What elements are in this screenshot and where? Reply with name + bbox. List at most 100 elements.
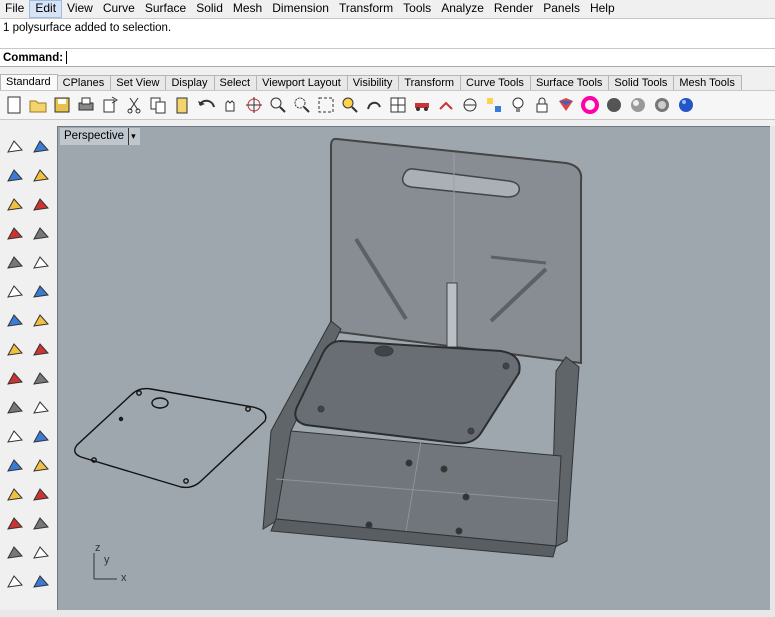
box-assembly[interactable] bbox=[262, 137, 583, 558]
cplane-icon[interactable] bbox=[460, 95, 480, 115]
cut-icon[interactable] bbox=[124, 95, 144, 115]
block-icon[interactable] bbox=[4, 513, 26, 535]
menu-help[interactable]: Help bbox=[585, 0, 620, 18]
tab-curve-tools[interactable]: Curve Tools bbox=[460, 75, 531, 90]
ellipse-icon[interactable] bbox=[30, 194, 52, 216]
surface-icon[interactable] bbox=[4, 281, 26, 303]
polygon-icon[interactable] bbox=[4, 223, 26, 245]
cylinder-icon[interactable] bbox=[4, 339, 26, 361]
perspective-viewport[interactable]: Perspective ▾ z y x bbox=[57, 126, 775, 617]
pan-icon[interactable] bbox=[220, 95, 240, 115]
scene-canvas bbox=[74, 137, 583, 580]
import-icon[interactable] bbox=[100, 95, 120, 115]
curve-icon[interactable] bbox=[30, 165, 52, 187]
material-icon[interactable] bbox=[556, 95, 576, 115]
box-icon[interactable] bbox=[4, 310, 26, 332]
point-icon[interactable] bbox=[30, 136, 52, 158]
menu-tools[interactable]: Tools bbox=[398, 0, 436, 18]
zoom-window-icon[interactable] bbox=[292, 95, 312, 115]
transform-icon[interactable] bbox=[4, 397, 26, 419]
open-icon[interactable] bbox=[28, 95, 48, 115]
tab-surface-tools[interactable]: Surface Tools bbox=[529, 75, 610, 90]
zoom-selected-icon[interactable] bbox=[340, 95, 360, 115]
menu-file[interactable]: File bbox=[0, 0, 29, 18]
redo-view-icon[interactable] bbox=[364, 95, 384, 115]
analyze-icon[interactable] bbox=[30, 368, 52, 390]
tab-standard[interactable]: Standard bbox=[0, 74, 58, 90]
lock-icon[interactable] bbox=[532, 95, 552, 115]
menu-mesh[interactable]: Mesh bbox=[228, 0, 267, 18]
grid-snap-icon[interactable] bbox=[484, 95, 504, 115]
menu-edit[interactable]: Edit bbox=[29, 0, 63, 18]
menu-bar: File Edit View Curve Surface Solid Mesh Dimensi… bbox=[0, 0, 775, 18]
menu-analyze[interactable]: Analyze bbox=[436, 0, 489, 18]
undo-icon[interactable] bbox=[196, 95, 216, 115]
tab-visibility[interactable]: Visibility bbox=[346, 75, 400, 90]
tab-mesh-tools[interactable]: Mesh Tools bbox=[673, 75, 742, 90]
tab-transform[interactable]: Transform bbox=[398, 75, 462, 90]
command-history: 1 polysurface added to selection. bbox=[0, 18, 775, 48]
print-icon[interactable] bbox=[76, 95, 96, 115]
menu-surface[interactable]: Surface bbox=[140, 0, 191, 18]
zoom-extents-icon[interactable] bbox=[316, 95, 336, 115]
zoom-icon[interactable] bbox=[268, 95, 288, 115]
rectangle-icon[interactable] bbox=[30, 223, 52, 245]
standard-toolbar bbox=[0, 90, 775, 120]
menu-curve[interactable]: Curve bbox=[98, 0, 140, 18]
extrude-icon[interactable] bbox=[30, 339, 52, 361]
tab-select[interactable]: Select bbox=[213, 75, 258, 90]
base-plate-curve[interactable] bbox=[74, 387, 267, 489]
fillet-curve-icon[interactable] bbox=[30, 252, 52, 274]
history-line: 1 polysurface added to selection. bbox=[3, 22, 172, 34]
menu-solid[interactable]: Solid bbox=[191, 0, 228, 18]
tab-cplanes[interactable]: CPlanes bbox=[56, 75, 112, 90]
shaded-icon[interactable] bbox=[604, 95, 624, 115]
array-icon[interactable] bbox=[4, 484, 26, 506]
menu-transform[interactable]: Transform bbox=[334, 0, 398, 18]
color-wheel-icon[interactable] bbox=[580, 95, 600, 115]
mesh-icon[interactable] bbox=[4, 542, 26, 564]
circle-icon[interactable] bbox=[4, 194, 26, 216]
check-icon[interactable] bbox=[30, 542, 52, 564]
paste-icon[interactable] bbox=[172, 95, 192, 115]
polyline-icon[interactable] bbox=[4, 165, 26, 187]
loft-icon[interactable] bbox=[30, 281, 52, 303]
left-toolbar bbox=[0, 128, 56, 617]
tab-viewport-layout[interactable]: Viewport Layout bbox=[256, 75, 348, 90]
rotate-view-icon[interactable] bbox=[244, 95, 264, 115]
right-panel-edge bbox=[770, 126, 775, 617]
layer-icon[interactable] bbox=[30, 513, 52, 535]
lightbulb-icon[interactable] bbox=[508, 95, 528, 115]
viewport-layout-icon[interactable] bbox=[388, 95, 408, 115]
select-icon[interactable] bbox=[436, 95, 456, 115]
menu-render[interactable]: Render bbox=[489, 0, 538, 18]
light-icon[interactable] bbox=[30, 571, 52, 593]
explode-icon[interactable] bbox=[30, 426, 52, 448]
tab-set-view[interactable]: Set View bbox=[110, 75, 167, 90]
ghosted-icon[interactable] bbox=[652, 95, 672, 115]
sphere-solid-icon[interactable] bbox=[30, 310, 52, 332]
group-icon[interactable] bbox=[4, 426, 26, 448]
axis-y-label: y bbox=[104, 554, 110, 566]
sphere-icon[interactable] bbox=[676, 95, 696, 115]
boolean-icon[interactable] bbox=[4, 368, 26, 390]
text-icon[interactable] bbox=[30, 455, 52, 477]
new-icon[interactable] bbox=[4, 95, 24, 115]
rendered-icon[interactable] bbox=[628, 95, 648, 115]
menu-panels[interactable]: Panels bbox=[538, 0, 585, 18]
tab-solid-tools[interactable]: Solid Tools bbox=[608, 75, 675, 90]
dimension-icon[interactable] bbox=[4, 455, 26, 477]
menu-dimension[interactable]: Dimension bbox=[267, 0, 334, 18]
car-icon[interactable] bbox=[412, 95, 432, 115]
arc-icon[interactable] bbox=[4, 252, 26, 274]
save-icon[interactable] bbox=[52, 95, 72, 115]
command-line[interactable]: Command: bbox=[0, 48, 775, 67]
mirror-icon[interactable] bbox=[30, 484, 52, 506]
command-input[interactable] bbox=[66, 51, 68, 64]
copy-icon[interactable] bbox=[148, 95, 168, 115]
render-icon[interactable] bbox=[4, 571, 26, 593]
align-icon[interactable] bbox=[30, 397, 52, 419]
menu-view[interactable]: View bbox=[62, 0, 98, 18]
select-arrow-icon[interactable] bbox=[4, 136, 26, 158]
tab-display[interactable]: Display bbox=[165, 75, 215, 90]
